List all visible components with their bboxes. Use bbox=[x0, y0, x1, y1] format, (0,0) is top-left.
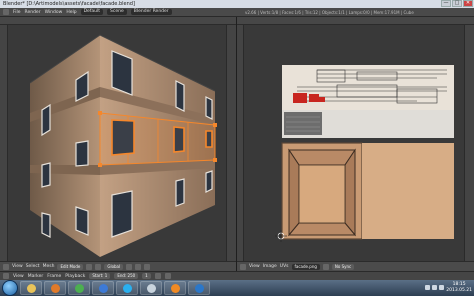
shading-icon[interactable] bbox=[86, 263, 93, 270]
face-select-icon[interactable] bbox=[144, 263, 151, 270]
skype-icon bbox=[122, 283, 132, 293]
taskbar: 18:15 2013.05.21 bbox=[0, 280, 474, 296]
play-icon[interactable] bbox=[154, 273, 161, 279]
layout-selector[interactable]: Default bbox=[80, 9, 104, 15]
sync-selector[interactable]: No Sync bbox=[331, 263, 355, 270]
uv-menu-image[interactable]: Image bbox=[263, 264, 277, 269]
pivot-icon[interactable] bbox=[95, 263, 102, 270]
uv-editor-header: View Image UVs facade.png No Sync bbox=[237, 261, 474, 271]
taskbar-app-skype[interactable] bbox=[116, 281, 138, 295]
timeline-menu-view[interactable]: View bbox=[13, 274, 24, 279]
system-tray bbox=[425, 285, 444, 290]
timeline-menu-marker[interactable]: Marker bbox=[28, 274, 44, 279]
timeline-menu-frame[interactable]: Frame bbox=[47, 274, 61, 279]
edge-select-icon[interactable] bbox=[135, 263, 142, 270]
render-engine-selector[interactable]: Blender Render bbox=[130, 9, 172, 15]
uv-image-editor[interactable] bbox=[237, 25, 474, 261]
uv-toolbar[interactable] bbox=[237, 25, 244, 261]
folder-icon bbox=[26, 283, 36, 293]
editor-type-icon[interactable] bbox=[3, 273, 9, 279]
taskbar-app-chrome[interactable] bbox=[68, 281, 90, 295]
uv-menu-uvs[interactable]: UVs bbox=[280, 264, 289, 269]
taskbar-app-blender[interactable] bbox=[164, 281, 186, 295]
menu-file[interactable]: File bbox=[13, 10, 21, 15]
language-icon[interactable] bbox=[439, 285, 444, 290]
orientation-selector[interactable]: Global bbox=[104, 263, 124, 270]
clock-date: 2013.05.21 bbox=[446, 288, 472, 293]
timeline-menu-playback[interactable]: Playback bbox=[65, 274, 85, 279]
media-icon bbox=[98, 283, 108, 293]
title-bar: Blender* [D:\Artimodels\assets\facade\fa… bbox=[0, 0, 474, 8]
mode-selector[interactable]: Edit Mode bbox=[57, 263, 84, 270]
volume-icon[interactable] bbox=[432, 285, 437, 290]
maximize-button[interactable]: □ bbox=[452, 0, 462, 7]
viewport-properties-panel[interactable] bbox=[226, 25, 236, 261]
grey-grille bbox=[284, 112, 322, 135]
menu-help[interactable]: Help bbox=[66, 10, 76, 15]
building-model bbox=[29, 34, 217, 257]
viewport-menu-select[interactable]: Select bbox=[26, 264, 40, 269]
chrome-icon bbox=[74, 283, 84, 293]
viewport-menu-mesh[interactable]: Mesh bbox=[43, 264, 55, 269]
pin-icon[interactable] bbox=[322, 263, 329, 270]
end-frame-field[interactable]: End: 250 bbox=[114, 273, 139, 279]
uv-properties-panel[interactable] bbox=[464, 25, 474, 261]
scene-selector[interactable]: Scene bbox=[107, 9, 127, 15]
photoshop-icon bbox=[194, 283, 204, 293]
start-frame-field[interactable]: Start: 1 bbox=[89, 273, 111, 279]
window-title: Blender* [D:\Artimodels\assets\facade\fa… bbox=[3, 1, 135, 7]
viewport-toolbar[interactable] bbox=[0, 25, 8, 261]
current-frame-field[interactable]: 1 bbox=[142, 273, 151, 279]
taskbar-app-steam[interactable] bbox=[140, 281, 162, 295]
taskbar-app-firefox[interactable] bbox=[44, 281, 66, 295]
minimize-button[interactable]: — bbox=[441, 0, 451, 7]
close-button[interactable]: ✕ bbox=[463, 0, 473, 7]
start-button[interactable] bbox=[2, 280, 18, 296]
blender-icon bbox=[170, 283, 180, 293]
taskbar-app-explorer[interactable] bbox=[20, 281, 42, 295]
menu-window[interactable]: Window bbox=[45, 10, 63, 15]
clock[interactable]: 18:15 2013.05.21 bbox=[446, 282, 472, 294]
editor-type-icon[interactable] bbox=[240, 263, 246, 270]
viewport-menu-view[interactable]: View bbox=[12, 264, 23, 269]
network-icon[interactable] bbox=[425, 285, 430, 290]
uv-editor-top-header bbox=[237, 17, 474, 25]
vertex-select-icon[interactable] bbox=[126, 263, 133, 270]
firefox-icon bbox=[50, 283, 60, 293]
editor-type-icon[interactable] bbox=[3, 9, 9, 15]
taskbar-app-media[interactable] bbox=[92, 281, 114, 295]
menu-render[interactable]: Render bbox=[25, 10, 41, 15]
image-selector[interactable]: facade.png bbox=[291, 263, 320, 270]
info-header: File Render Window Help Default Scene Bl… bbox=[0, 8, 474, 17]
viewport-top-header bbox=[0, 17, 236, 25]
scene-stats: v2.66 | Verts:1/8 | Faces:1/6 | Tris:12 … bbox=[245, 10, 414, 15]
record-icon[interactable] bbox=[164, 273, 171, 279]
editor-type-icon[interactable] bbox=[3, 263, 9, 270]
3d-viewport[interactable] bbox=[0, 25, 236, 261]
uv-texture bbox=[275, 65, 454, 242]
left-wall bbox=[30, 35, 100, 257]
uv-menu-view[interactable]: View bbox=[249, 264, 260, 269]
taskbar-app-photoshop[interactable] bbox=[188, 281, 210, 295]
steam-icon bbox=[146, 283, 156, 293]
timeline-header: View Marker Frame Playback Start: 1 End:… bbox=[0, 271, 474, 280]
blender-window: Blender* [D:\Artimodels\assets\facade\fa… bbox=[0, 0, 474, 296]
viewport-header: View Select Mesh Edit Mode Global bbox=[0, 261, 236, 271]
